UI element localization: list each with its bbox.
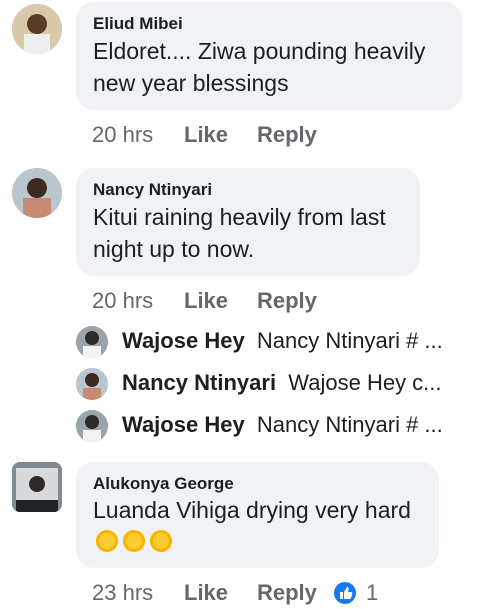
comment-text-line: new year blessings (93, 70, 289, 96)
sun-emoji-icon (96, 530, 118, 552)
comment-timestamp[interactable]: 20 hrs (92, 122, 153, 148)
reply-preview-snippet: Nancy Ntinyari # ... (256, 328, 443, 353)
avatar[interactable] (12, 462, 62, 512)
reply-author[interactable]: Wajose Hey (122, 412, 245, 437)
comment-timestamp[interactable]: 20 hrs (92, 288, 153, 314)
like-reaction-icon[interactable] (332, 580, 358, 606)
reply-preview[interactable]: Wajose Hey Nancy Ntinyari # ... (76, 410, 480, 444)
like-button[interactable]: Like (184, 580, 228, 606)
like-button[interactable]: Like (184, 288, 228, 314)
like-button[interactable]: Like (184, 122, 228, 148)
sun-emoji-icon (150, 530, 172, 552)
comment-timestamp[interactable]: 23 hrs (92, 580, 153, 606)
emoji-row (96, 530, 177, 552)
comment-text-line: night up to now. (93, 236, 255, 262)
reply-preview-snippet: Wajose Hey c... (288, 370, 442, 395)
reply-preview-text: Wajose Hey Nancy Ntinyari # ... (122, 328, 443, 354)
comment-text-line: Luanda Vihiga drying very hard (93, 497, 411, 523)
comment-text-line: Eldoret.... Ziwa pounding heavily (93, 38, 426, 64)
comment-author[interactable]: Nancy Ntinyari (93, 180, 212, 200)
reply-button[interactable]: Reply (257, 122, 317, 148)
reply-preview-text: Wajose Hey Nancy Ntinyari # ... (122, 412, 443, 438)
reply-author[interactable]: Wajose Hey (122, 328, 245, 353)
avatar[interactable] (12, 4, 62, 54)
reply-author[interactable]: Nancy Ntinyari (122, 370, 276, 395)
avatar (76, 326, 108, 358)
reply-preview-text: Nancy Ntinyari Wajose Hey c... (122, 370, 442, 396)
comment-text-line: Kitui raining heavily from last (93, 204, 386, 230)
comment-author[interactable]: Eliud Mibei (93, 14, 183, 34)
reply-preview[interactable]: Wajose Hey Nancy Ntinyari # ... (76, 326, 480, 360)
reply-preview-snippet: Nancy Ntinyari # ... (256, 412, 443, 437)
reaction-count[interactable]: 1 (366, 580, 378, 606)
comment-author[interactable]: Alukonya George (93, 474, 234, 494)
reply-button[interactable]: Reply (257, 580, 317, 606)
avatar[interactable] (12, 168, 62, 218)
avatar (76, 368, 108, 400)
avatar (76, 410, 108, 442)
reply-preview[interactable]: Nancy Ntinyari Wajose Hey c... (76, 368, 480, 402)
reply-button[interactable]: Reply (257, 288, 317, 314)
sun-emoji-icon (123, 530, 145, 552)
